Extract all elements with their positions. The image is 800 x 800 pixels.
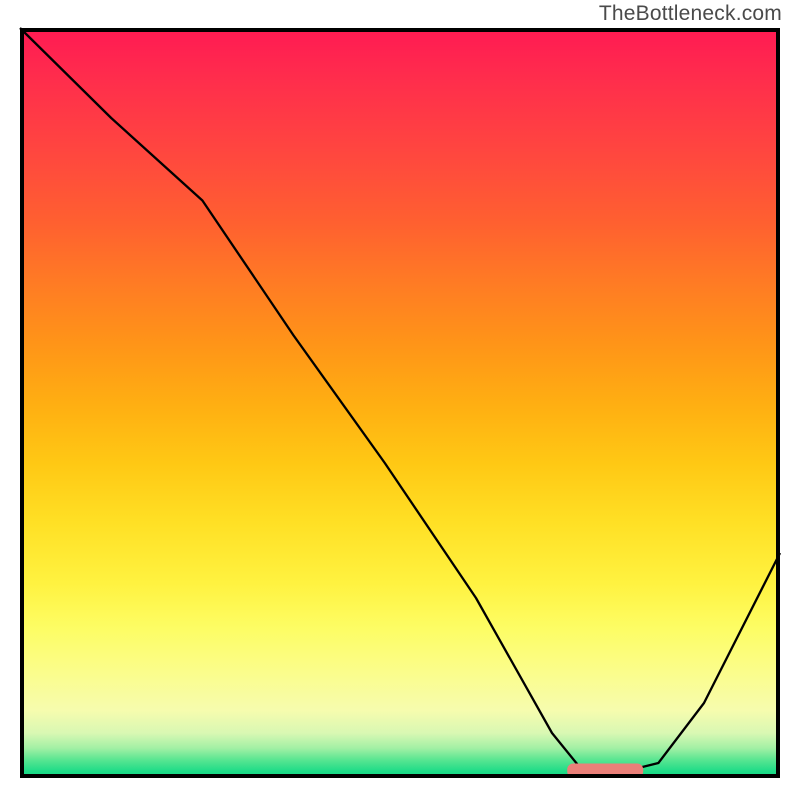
bottleneck-curve-line xyxy=(20,28,780,771)
watermark-text: TheBottleneck.com xyxy=(599,2,782,26)
chart-svg xyxy=(20,28,780,778)
optimal-range-marker xyxy=(567,764,643,778)
chart-plot-area xyxy=(20,28,780,778)
